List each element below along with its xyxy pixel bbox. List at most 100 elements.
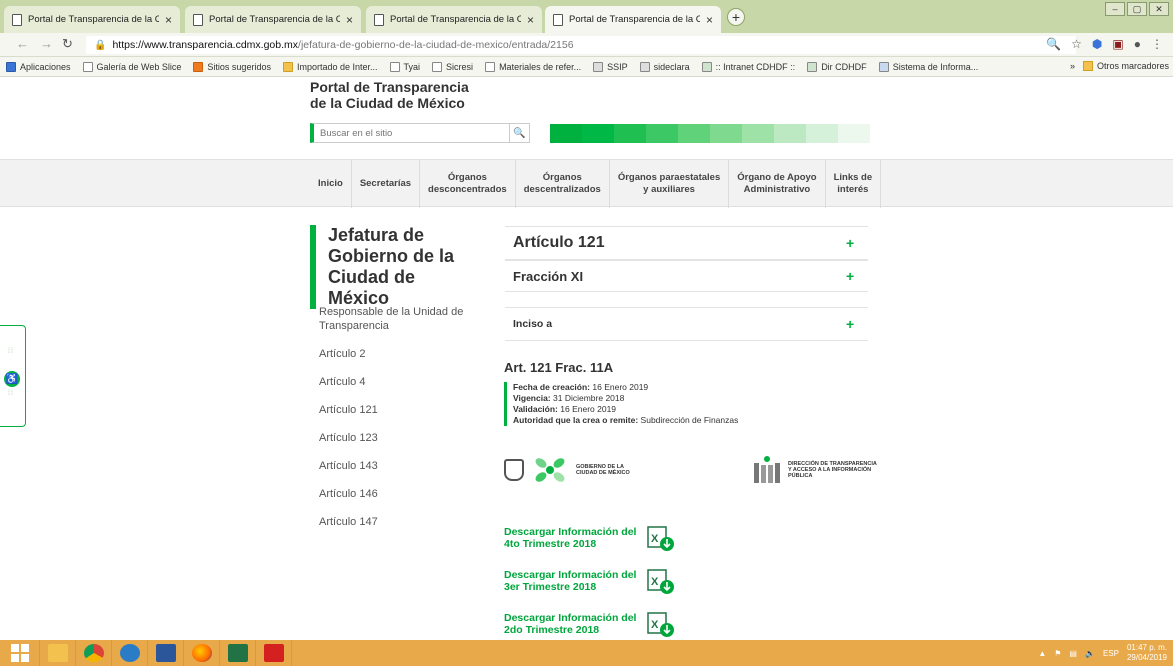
taskbar-app-blue[interactable] <box>112 640 148 666</box>
menu-item-2[interactable]: Órganos desconcentrados <box>420 160 516 208</box>
excel-download-icon[interactable]: X <box>646 567 676 595</box>
taskbar-word[interactable] <box>148 640 184 666</box>
sidebar-links: Responsable de la Unidad de Transparenci… <box>319 305 489 543</box>
folder-icon <box>47 644 68 662</box>
tray-expand-icon[interactable]: ▲ <box>1038 649 1046 658</box>
minimize-button[interactable]: ‒ <box>1105 2 1125 16</box>
close-tab-icon[interactable]: × <box>165 13 172 27</box>
bookmark-dir-cdhdf[interactable]: Dir CDHDF <box>807 61 867 72</box>
bookmark-imported[interactable]: Importado de Inter... <box>282 61 378 72</box>
clock[interactable]: 01:47 p. m. 29/04/2019 <box>1127 643 1167 663</box>
download-link-2[interactable]: Descargar Información del 2do Trimestre 2… <box>504 610 676 638</box>
extension-icon[interactable]: ⬢ <box>1092 37 1102 51</box>
language-indicator[interactable]: ESP <box>1103 649 1119 658</box>
site-title[interactable]: Portal de Transparencia de la Ciudad de … <box>310 79 469 111</box>
sidebar-link-3[interactable]: Artículo 121 <box>319 403 489 417</box>
page-icon <box>374 13 384 26</box>
accessibility-icon[interactable]: ♿ <box>4 371 20 387</box>
bookmark-web-slice[interactable]: Galería de Web Slice <box>82 61 181 72</box>
meta-validacion: Validación: 16 Enero 2019 <box>513 404 617 414</box>
forward-arrow-icon[interactable]: → <box>40 36 53 51</box>
grid-icon <box>807 61 818 72</box>
expand-plus-icon[interactable]: + <box>846 268 868 284</box>
bookmark-sideclara[interactable]: sideclara <box>639 61 690 72</box>
article-metadata: Fecha de creación: 16 Enero 2019 Vigenci… <box>504 382 738 426</box>
cdmx-government-logo: GOBIERNO DE LA CIUDAD DE MÉXICO <box>504 455 630 485</box>
accordion-inciso-a[interactable]: Inciso a + <box>505 307 868 341</box>
network-icon[interactable]: ▤ <box>1069 649 1077 658</box>
menu-item-3[interactable]: Órganos descentralizados <box>516 160 610 208</box>
menu-item-6[interactable]: Links de interés <box>826 160 882 208</box>
close-tab-icon[interactable]: × <box>527 13 534 27</box>
taskbar-chrome[interactable] <box>76 640 112 666</box>
url-field[interactable]: 🔒 https://www.transparencia.cdmx.gob.mx /… <box>86 36 1076 54</box>
excel-icon <box>227 644 248 662</box>
sidebar-link-5[interactable]: Artículo 143 <box>319 459 489 473</box>
taskbar-firefox[interactable] <box>184 640 220 666</box>
bookmark-tyai[interactable]: Tyai <box>389 61 420 72</box>
bookmark-suggested[interactable]: Sitios sugeridos <box>193 61 271 72</box>
sidebar-link-7[interactable]: Artículo 147 <box>319 515 489 529</box>
bookmark-materiales[interactable]: Materiales de refer... <box>485 61 581 72</box>
browser-tab-2[interactable]: Portal de Transparencia de la CDM × <box>185 6 361 33</box>
sidebar-link-2[interactable]: Artículo 4 <box>319 375 489 389</box>
excel-download-icon[interactable]: X <box>646 524 676 552</box>
bookmark-apps[interactable]: Aplicaciones <box>6 61 71 72</box>
bookmark-sistema[interactable]: Sistema de Informa... <box>878 61 978 72</box>
browser-tab-3[interactable]: Portal de Transparencia de la CDM × <box>366 6 542 33</box>
firefox-icon <box>191 644 212 662</box>
meta-fecha-creacion: Fecha de creación: 16 Enero 2019 <box>513 382 649 392</box>
accordion-articulo-121[interactable]: Artículo 121 + <box>505 226 868 260</box>
menu-item-5[interactable]: Órgano de Apoyo Administrativo <box>729 160 826 208</box>
pdf-extension-icon[interactable]: ▣ <box>1112 37 1123 51</box>
sidebar-link-6[interactable]: Artículo 146 <box>319 487 489 501</box>
expand-plus-icon[interactable]: + <box>846 316 868 332</box>
taskbar-excel[interactable] <box>220 640 256 666</box>
gradient-segment <box>710 124 742 143</box>
accordion-fraccion-xi[interactable]: Fracción XI + <box>505 260 868 292</box>
bookmark-ssip[interactable]: SSIP <box>593 61 628 72</box>
zoom-icon[interactable]: 🔍 <box>1046 37 1061 51</box>
close-tab-icon[interactable]: × <box>346 13 353 27</box>
start-button[interactable] <box>0 640 40 666</box>
menu-dots-icon[interactable]: ⋮ <box>1151 37 1163 51</box>
star-icon[interactable]: ☆ <box>1071 37 1082 51</box>
menu-item-4[interactable]: Órganos paraestatales y auxiliares <box>610 160 730 208</box>
svg-text:X: X <box>651 576 659 588</box>
close-window-button[interactable]: ✕ <box>1149 2 1169 16</box>
maximize-button[interactable]: ▢ <box>1127 2 1147 16</box>
accessibility-widget[interactable]: ⁞⁞ ♿ ⁞⁞ <box>0 325 26 427</box>
search-icon[interactable]: 🔍 <box>509 124 529 142</box>
bookmarks-more-icon[interactable]: » <box>1070 61 1075 71</box>
close-tab-icon[interactable]: × <box>706 13 713 27</box>
lock-icon: 🔒 <box>94 39 107 51</box>
sidebar-link-0[interactable]: Responsable de la Unidad de Transparenci… <box>319 305 489 333</box>
reload-icon[interactable]: ↻ <box>62 36 73 52</box>
browser-tab-1[interactable]: Portal de Transparencia de la CDM × <box>4 6 180 33</box>
taskbar-acrobat[interactable] <box>256 640 292 666</box>
sidebar-link-1[interactable]: Artículo 2 <box>319 347 489 361</box>
menu-item-0[interactable]: Inicio <box>310 160 352 208</box>
bookmark-intranet[interactable]: :: Intranet CDHDF :: <box>701 61 795 72</box>
expand-plus-icon[interactable]: + <box>846 235 868 251</box>
profile-avatar-icon[interactable]: ● <box>1134 37 1141 51</box>
apps-icon <box>6 61 16 72</box>
flag-icon[interactable]: ⚑ <box>1054 649 1061 658</box>
back-arrow-icon[interactable]: ← <box>16 36 29 51</box>
download-link-0[interactable]: Descargar Información del 4to Trimestre 2… <box>504 524 676 552</box>
sidebar-link-4[interactable]: Artículo 123 <box>319 431 489 445</box>
app-icon <box>119 644 140 662</box>
menu-item-1[interactable]: Secretarías <box>352 160 421 208</box>
main-menu: Inicio Secretarías Órganos desconcentrados Ó… <box>310 160 882 208</box>
taskbar-file-explorer[interactable] <box>40 640 76 666</box>
other-bookmarks[interactable]: Otros marcadores <box>1082 61 1169 71</box>
excel-download-icon[interactable]: X <box>646 610 676 638</box>
tab-title: Portal de Transparencia de la CDM <box>209 14 340 25</box>
search-input[interactable] <box>314 124 509 142</box>
browser-tab-4-active[interactable]: Portal de Transparencia de la CDM × <box>545 6 721 33</box>
volume-icon[interactable]: 🔈 <box>1085 649 1095 658</box>
address-bar-row: ← → ↻ 🔒 https://www.transparencia.cdmx.g… <box>0 33 1173 57</box>
new-tab-button[interactable]: + <box>727 8 745 26</box>
download-link-1[interactable]: Descargar Información del 3er Trimestre 2… <box>504 567 676 595</box>
bookmark-sicresi[interactable]: Sicresi <box>432 61 473 72</box>
